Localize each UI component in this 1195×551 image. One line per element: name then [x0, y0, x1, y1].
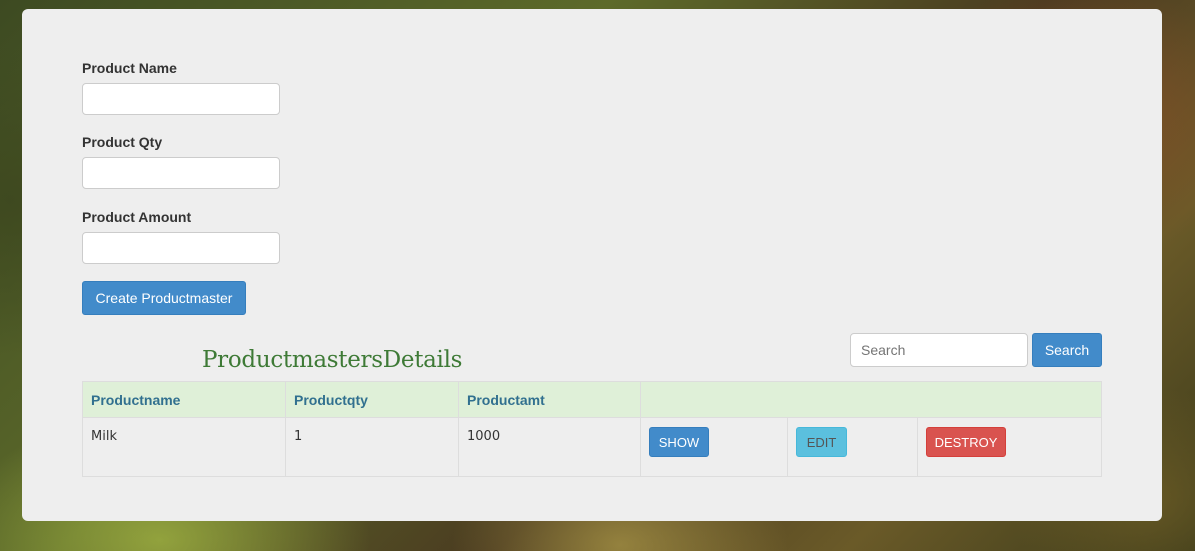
- edit-button[interactable]: EDIT: [796, 427, 847, 457]
- product-name-input[interactable]: [82, 83, 280, 115]
- cell-productname: Milk: [82, 417, 286, 477]
- main-panel: Product Name Product Qty Product Amount …: [22, 9, 1162, 521]
- table-header-row: Productname Productqty Productamt: [82, 381, 1102, 418]
- column-header-productqty: Productqty: [285, 381, 459, 418]
- search-input[interactable]: [850, 333, 1028, 367]
- cell-productqty: 1: [285, 417, 459, 477]
- show-button[interactable]: SHOW: [649, 427, 709, 457]
- table-row: Milk 1 1000 SHOW EDIT DESTROY: [82, 417, 1102, 477]
- cell-show: SHOW: [640, 417, 788, 477]
- destroy-button[interactable]: DESTROY: [926, 427, 1006, 457]
- table-title: ProductmastersDetails: [202, 347, 463, 373]
- column-header-productamt: Productamt: [458, 381, 641, 418]
- column-header-actions: [640, 381, 1102, 418]
- cell-productamt: 1000: [458, 417, 641, 477]
- product-name-label: Product Name: [82, 60, 177, 76]
- create-productmaster-button[interactable]: Create Productmaster: [82, 281, 246, 315]
- product-amount-input[interactable]: [82, 232, 280, 264]
- product-qty-input[interactable]: [82, 157, 280, 189]
- cell-edit: EDIT: [787, 417, 918, 477]
- product-amount-label: Product Amount: [82, 209, 192, 225]
- product-qty-label: Product Qty: [82, 134, 163, 150]
- cell-destroy: DESTROY: [917, 417, 1102, 477]
- products-table: Productname Productqty Productamt Milk 1…: [82, 381, 1102, 477]
- search-button[interactable]: Search: [1032, 333, 1102, 367]
- column-header-productname: Productname: [82, 381, 286, 418]
